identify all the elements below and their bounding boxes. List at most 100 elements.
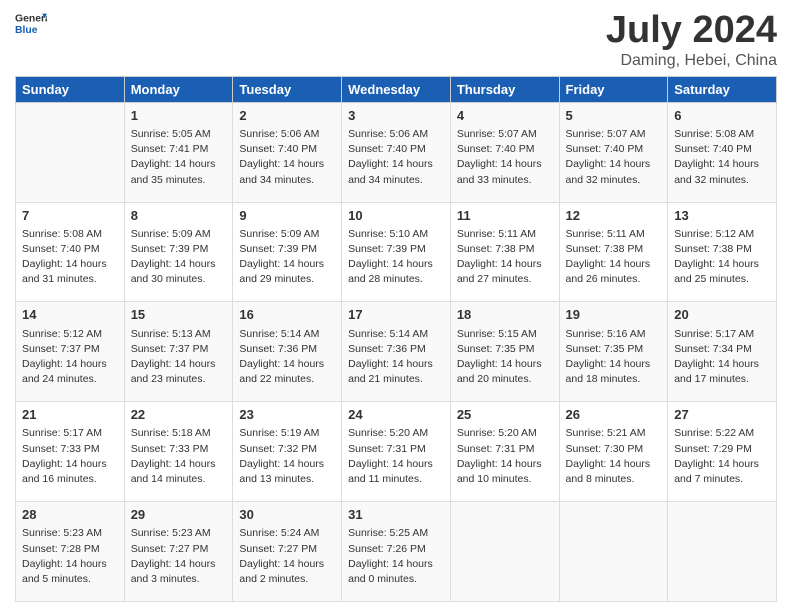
day-number: 25 — [457, 406, 553, 424]
calendar-cell: 26 Sunrise: 5:21 AM Sunset: 7:30 PM Dayli… — [559, 402, 668, 502]
day-number: 4 — [457, 107, 553, 125]
col-wednesday: Wednesday — [342, 76, 451, 102]
day-number: 22 — [131, 406, 227, 424]
day-number: 24 — [348, 406, 444, 424]
day-number: 19 — [566, 306, 662, 324]
cell-info: Sunrise: 5:06 AM Sunset: 7:40 PM Dayligh… — [348, 127, 444, 188]
day-number: 28 — [22, 506, 118, 524]
cell-info: Sunrise: 5:11 AM Sunset: 7:38 PM Dayligh… — [457, 227, 553, 288]
calendar-cell — [668, 502, 777, 602]
calendar-cell: 1Sunrise: 5:05 AM Sunset: 7:41 PM Daylig… — [124, 102, 233, 202]
calendar-cell: 6 Sunrise: 5:08 AM Sunset: 7:40 PM Daylig… — [668, 102, 777, 202]
calendar-cell — [16, 102, 125, 202]
week-row-3: 21 Sunrise: 5:17 AM Sunset: 7:33 PM Dayli… — [16, 402, 777, 502]
svg-text:General: General — [15, 14, 47, 25]
title-block: July 2024 Daming, Hebei, China — [606, 10, 777, 70]
header-row: Sunday Monday Tuesday Wednesday Thursday… — [16, 76, 777, 102]
main-title: July 2024 — [606, 10, 777, 52]
calendar-cell — [559, 502, 668, 602]
day-number: 9 — [239, 207, 335, 225]
day-number: 7 — [22, 207, 118, 225]
cell-info: Sunrise: 5:19 AM Sunset: 7:32 PM Dayligh… — [239, 426, 335, 487]
cell-info: Sunrise: 5:20 AM Sunset: 7:31 PM Dayligh… — [348, 426, 444, 487]
day-number: 14 — [22, 306, 118, 324]
calendar-cell: 10Sunrise: 5:10 AM Sunset: 7:39 PM Dayli… — [342, 202, 451, 302]
logo: General Blue — [15, 10, 47, 38]
calendar-cell: 3 Sunrise: 5:06 AM Sunset: 7:40 PM Daylig… — [342, 102, 451, 202]
calendar-cell: 17Sunrise: 5:14 AM Sunset: 7:36 PM Dayli… — [342, 302, 451, 402]
calendar-cell: 9 Sunrise: 5:09 AM Sunset: 7:39 PM Daylig… — [233, 202, 342, 302]
cell-info: Sunrise: 5:17 AM Sunset: 7:33 PM Dayligh… — [22, 426, 118, 487]
day-number: 6 — [674, 107, 770, 125]
cell-info: Sunrise: 5:23 AM Sunset: 7:27 PM Dayligh… — [131, 526, 227, 587]
calendar-cell: 13Sunrise: 5:12 AM Sunset: 7:38 PM Dayli… — [668, 202, 777, 302]
col-tuesday: Tuesday — [233, 76, 342, 102]
day-number: 21 — [22, 406, 118, 424]
day-number: 26 — [566, 406, 662, 424]
day-number: 12 — [566, 207, 662, 225]
calendar-cell: 19 Sunrise: 5:16 AM Sunset: 7:35 PM Dayli… — [559, 302, 668, 402]
cell-info: Sunrise: 5:06 AM Sunset: 7:40 PM Dayligh… — [239, 127, 335, 188]
calendar-cell: 2 Sunrise: 5:06 AM Sunset: 7:40 PM Daylig… — [233, 102, 342, 202]
day-number: 16 — [239, 306, 335, 324]
day-number: 23 — [239, 406, 335, 424]
col-thursday: Thursday — [450, 76, 559, 102]
cell-info: Sunrise: 5:11 AM Sunset: 7:38 PM Dayligh… — [566, 227, 662, 288]
day-number: 13 — [674, 207, 770, 225]
calendar-cell: 21 Sunrise: 5:17 AM Sunset: 7:33 PM Dayli… — [16, 402, 125, 502]
cell-info: Sunrise: 5:07 AM Sunset: 7:40 PM Dayligh… — [457, 127, 553, 188]
cell-info: Sunrise: 5:13 AM Sunset: 7:37 PM Dayligh… — [131, 327, 227, 388]
cell-info: Sunrise: 5:21 AM Sunset: 7:30 PM Dayligh… — [566, 426, 662, 487]
cell-info: Sunrise: 5:15 AM Sunset: 7:35 PM Dayligh… — [457, 327, 553, 388]
header: General Blue July 2024 Daming, Hebei, Ch… — [15, 10, 777, 70]
col-friday: Friday — [559, 76, 668, 102]
day-number: 20 — [674, 306, 770, 324]
cell-info: Sunrise: 5:23 AM Sunset: 7:28 PM Dayligh… — [22, 526, 118, 587]
svg-text:Blue: Blue — [15, 25, 38, 36]
calendar-cell: 20 Sunrise: 5:17 AM Sunset: 7:34 PM Dayli… — [668, 302, 777, 402]
day-number: 3 — [348, 107, 444, 125]
cell-info: Sunrise: 5:08 AM Sunset: 7:40 PM Dayligh… — [674, 127, 770, 188]
day-number: 8 — [131, 207, 227, 225]
day-number: 30 — [239, 506, 335, 524]
calendar-table: Sunday Monday Tuesday Wednesday Thursday… — [15, 76, 777, 602]
cell-info: Sunrise: 5:14 AM Sunset: 7:36 PM Dayligh… — [239, 327, 335, 388]
calendar-cell: 31 Sunrise: 5:25 AM Sunset: 7:26 PM Dayli… — [342, 502, 451, 602]
week-row-0: 1Sunrise: 5:05 AM Sunset: 7:41 PM Daylig… — [16, 102, 777, 202]
cell-info: Sunrise: 5:25 AM Sunset: 7:26 PM Dayligh… — [348, 526, 444, 587]
day-number: 15 — [131, 306, 227, 324]
day-number: 11 — [457, 207, 553, 225]
calendar-cell: 22Sunrise: 5:18 AM Sunset: 7:33 PM Dayli… — [124, 402, 233, 502]
week-row-4: 28 Sunrise: 5:23 AM Sunset: 7:28 PM Dayli… — [16, 502, 777, 602]
cell-info: Sunrise: 5:16 AM Sunset: 7:35 PM Dayligh… — [566, 327, 662, 388]
calendar-cell: 11 Sunrise: 5:11 AM Sunset: 7:38 PM Dayli… — [450, 202, 559, 302]
cell-info: Sunrise: 5:17 AM Sunset: 7:34 PM Dayligh… — [674, 327, 770, 388]
calendar-cell: 16 Sunrise: 5:14 AM Sunset: 7:36 PM Dayli… — [233, 302, 342, 402]
cell-info: Sunrise: 5:09 AM Sunset: 7:39 PM Dayligh… — [131, 227, 227, 288]
day-number: 17 — [348, 306, 444, 324]
calendar-cell — [450, 502, 559, 602]
calendar-cell: 7 Sunrise: 5:08 AM Sunset: 7:40 PM Daylig… — [16, 202, 125, 302]
calendar-cell: 5 Sunrise: 5:07 AM Sunset: 7:40 PM Daylig… — [559, 102, 668, 202]
calendar-cell: 24 Sunrise: 5:20 AM Sunset: 7:31 PM Dayli… — [342, 402, 451, 502]
cell-info: Sunrise: 5:05 AM Sunset: 7:41 PM Dayligh… — [131, 127, 227, 188]
calendar-cell: 12 Sunrise: 5:11 AM Sunset: 7:38 PM Dayli… — [559, 202, 668, 302]
day-number: 27 — [674, 406, 770, 424]
cell-info: Sunrise: 5:24 AM Sunset: 7:27 PM Dayligh… — [239, 526, 335, 587]
cell-info: Sunrise: 5:09 AM Sunset: 7:39 PM Dayligh… — [239, 227, 335, 288]
col-saturday: Saturday — [668, 76, 777, 102]
cell-info: Sunrise: 5:07 AM Sunset: 7:40 PM Dayligh… — [566, 127, 662, 188]
calendar-cell: 4 Sunrise: 5:07 AM Sunset: 7:40 PM Daylig… — [450, 102, 559, 202]
logo-icon: General Blue — [15, 10, 47, 38]
day-number: 5 — [566, 107, 662, 125]
calendar-cell: 28 Sunrise: 5:23 AM Sunset: 7:28 PM Dayli… — [16, 502, 125, 602]
calendar-cell: 25Sunrise: 5:20 AM Sunset: 7:31 PM Dayli… — [450, 402, 559, 502]
week-row-2: 14Sunrise: 5:12 AM Sunset: 7:37 PM Dayli… — [16, 302, 777, 402]
day-number: 2 — [239, 107, 335, 125]
calendar-cell: 30 Sunrise: 5:24 AM Sunset: 7:27 PM Dayli… — [233, 502, 342, 602]
day-number: 31 — [348, 506, 444, 524]
day-number: 10 — [348, 207, 444, 225]
subtitle: Daming, Hebei, China — [606, 52, 777, 70]
cell-info: Sunrise: 5:08 AM Sunset: 7:40 PM Dayligh… — [22, 227, 118, 288]
calendar-cell: 29Sunrise: 5:23 AM Sunset: 7:27 PM Dayli… — [124, 502, 233, 602]
